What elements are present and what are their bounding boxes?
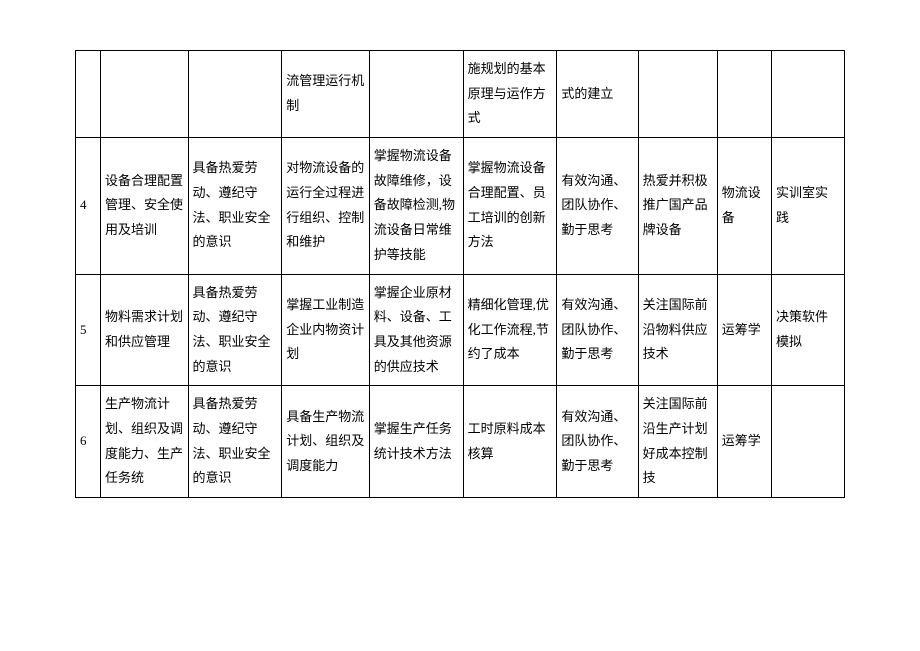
cell: 有效沟通、团队协作、勤于思考 (557, 386, 638, 498)
cell: 有效沟通、团队协作、勤于思考 (557, 274, 638, 386)
cell: 运筹学 (717, 274, 771, 386)
cell: 具备热爱劳动、遵纪守法、职业安全的意识 (188, 274, 282, 386)
cell: 热爱并积极推广国产品牌设备 (638, 138, 717, 274)
cell: 掌握生产任务统计技术方法 (369, 386, 463, 498)
cell (771, 386, 844, 498)
cell: 生产物流计划、组织及调度能力、生产任务统 (101, 386, 189, 498)
cell: 实训室实践 (771, 138, 844, 274)
cell: 掌握物流设备合理配置、员工培训的创新方法 (463, 138, 557, 274)
table-row: 6 生产物流计划、组织及调度能力、生产任务统 具备热爱劳动、遵纪守法、职业安全的… (76, 386, 845, 498)
cell (369, 51, 463, 138)
cell: 精细化管理,优化工作流程,节约了成本 (463, 274, 557, 386)
cell: 具备热爱劳动、遵纪守法、职业安全的意识 (188, 138, 282, 274)
cell: 物流设备 (717, 138, 771, 274)
cell: 对物流设备的运行全过程进行组织、控制和维护 (282, 138, 370, 274)
cell (188, 51, 282, 138)
curriculum-table: 流管理运行机制 施规划的基本原理与运作方式 式的建立 4 设备合理配置管理、安全… (75, 50, 845, 498)
cell (717, 51, 771, 138)
cell (101, 51, 189, 138)
cell: 关注国际前沿物料供应技术 (638, 274, 717, 386)
cell: 掌握物流设备故障维修，设备故障检测,物流设备日常维护等技能 (369, 138, 463, 274)
cell: 流管理运行机制 (282, 51, 370, 138)
cell-num: 4 (76, 138, 101, 274)
table-row: 4 设备合理配置管理、安全使用及培训 具备热爱劳动、遵纪守法、职业安全的意识 对… (76, 138, 845, 274)
cell-num (76, 51, 101, 138)
cell (638, 51, 717, 138)
cell-num: 5 (76, 274, 101, 386)
cell: 掌握企业原材料、设备、工具及其他资源的供应技术 (369, 274, 463, 386)
table-row: 流管理运行机制 施规划的基本原理与运作方式 式的建立 (76, 51, 845, 138)
cell: 物料需求计划和供应管理 (101, 274, 189, 386)
cell: 具备热爱劳动、遵纪守法、职业安全的意识 (188, 386, 282, 498)
cell: 有效沟通、团队协作、勤于思考 (557, 138, 638, 274)
cell-num: 6 (76, 386, 101, 498)
cell: 关注国际前沿生产计划好成本控制技 (638, 386, 717, 498)
cell: 具备生产物流计划、组织及调度能力 (282, 386, 370, 498)
table-row: 5 物料需求计划和供应管理 具备热爱劳动、遵纪守法、职业安全的意识 掌握工业制造… (76, 274, 845, 386)
cell (771, 51, 844, 138)
cell: 决策软件模拟 (771, 274, 844, 386)
cell: 施规划的基本原理与运作方式 (463, 51, 557, 138)
cell: 运筹学 (717, 386, 771, 498)
cell: 设备合理配置管理、安全使用及培训 (101, 138, 189, 274)
cell: 掌握工业制造企业内物资计划 (282, 274, 370, 386)
cell: 式的建立 (557, 51, 638, 138)
cell: 工时原料成本核算 (463, 386, 557, 498)
